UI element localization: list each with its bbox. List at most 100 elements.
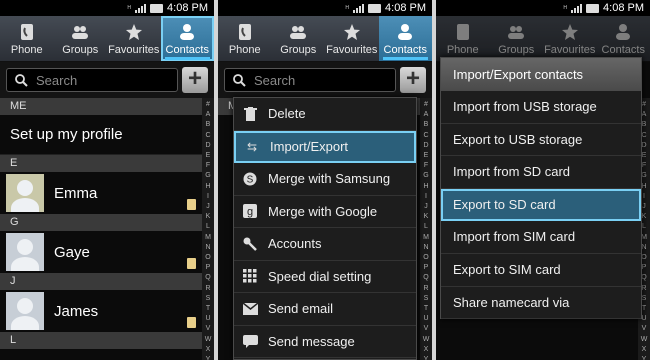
- index-letter[interactable]: W: [205, 335, 212, 345]
- tab-phone[interactable]: Phone: [218, 16, 272, 61]
- index-letter[interactable]: H: [205, 182, 210, 192]
- add-contact-button[interactable]: +: [182, 67, 208, 93]
- index-letter[interactable]: G: [205, 171, 210, 181]
- index-letter[interactable]: C: [423, 131, 428, 141]
- index-letter[interactable]: B: [206, 120, 211, 130]
- index-letter[interactable]: U: [423, 314, 428, 324]
- import-sim-option[interactable]: Import from SIM card: [441, 221, 641, 254]
- index-letter[interactable]: P: [642, 263, 647, 273]
- index-letter[interactable]: Y: [424, 355, 429, 360]
- index-letter[interactable]: P: [206, 263, 211, 273]
- index-letter[interactable]: K: [206, 212, 211, 222]
- index-letter[interactable]: X: [206, 345, 211, 355]
- share-namecard-option[interactable]: Share namecard via: [441, 287, 641, 320]
- export-sim-option[interactable]: Export to SIM card: [441, 254, 641, 287]
- tab-favourites[interactable]: Favourites: [107, 16, 161, 61]
- index-letter[interactable]: C: [641, 131, 646, 141]
- index-letter[interactable]: I: [207, 192, 209, 202]
- export-usb-option[interactable]: Export to USB storage: [441, 124, 641, 157]
- index-letter[interactable]: V: [642, 324, 647, 334]
- index-letter[interactable]: V: [424, 324, 429, 334]
- index-letter[interactable]: Q: [641, 273, 646, 283]
- menu-item-accounts[interactable]: Accounts: [234, 228, 416, 261]
- menu-item-speed-dial[interactable]: Speed dial setting: [234, 261, 416, 293]
- index-letter[interactable]: #: [206, 100, 210, 110]
- index-letter[interactable]: R: [205, 284, 210, 294]
- tab-groups[interactable]: Groups: [54, 16, 108, 61]
- index-letter[interactable]: D: [641, 141, 646, 151]
- contact-item[interactable]: Emma: [0, 172, 202, 214]
- contact-item[interactable]: James: [0, 290, 202, 332]
- index-letter[interactable]: M: [205, 233, 211, 243]
- index-letter[interactable]: Y: [642, 355, 647, 360]
- index-letter[interactable]: V: [206, 324, 211, 334]
- index-letter[interactable]: H: [641, 182, 646, 192]
- index-letter[interactable]: S: [206, 294, 211, 304]
- index-letter[interactable]: N: [205, 243, 210, 253]
- index-letter[interactable]: I: [425, 192, 427, 202]
- index-letter[interactable]: L: [642, 222, 646, 232]
- setup-profile-item[interactable]: Set up my profile: [0, 115, 202, 155]
- tab-favourites[interactable]: Favourites: [543, 16, 597, 61]
- alphabet-index-scroller[interactable]: #ABCDEFGHIJKLMNOPQRSTUVWXYZ: [420, 98, 432, 360]
- index-letter[interactable]: O: [205, 253, 210, 263]
- index-letter[interactable]: E: [642, 151, 647, 161]
- index-letter[interactable]: X: [642, 345, 647, 355]
- search-input[interactable]: Search: [6, 68, 178, 92]
- index-letter[interactable]: #: [424, 100, 428, 110]
- index-letter[interactable]: D: [205, 141, 210, 151]
- index-letter[interactable]: T: [206, 304, 210, 314]
- import-sd-option[interactable]: Import from SD card: [441, 156, 641, 189]
- menu-item-delete[interactable]: Delete: [234, 98, 416, 131]
- index-letter[interactable]: E: [206, 151, 211, 161]
- tab-contacts[interactable]: Contacts: [597, 16, 650, 61]
- index-letter[interactable]: W: [423, 335, 430, 345]
- index-letter[interactable]: F: [206, 161, 210, 171]
- index-letter[interactable]: U: [641, 314, 646, 324]
- tab-contacts[interactable]: Contacts: [378, 16, 432, 61]
- tab-phone[interactable]: Phone: [436, 16, 490, 61]
- menu-item-merge-samsung[interactable]: S Merge with Samsung: [234, 163, 416, 196]
- index-letter[interactable]: F: [642, 161, 646, 171]
- index-letter[interactable]: Q: [423, 273, 428, 283]
- index-letter[interactable]: T: [642, 304, 646, 314]
- add-contact-button[interactable]: +: [400, 67, 426, 93]
- index-letter[interactable]: D: [423, 141, 428, 151]
- index-letter[interactable]: Y: [206, 355, 211, 360]
- tab-contacts[interactable]: Contacts: [160, 16, 214, 61]
- index-letter[interactable]: S: [424, 294, 429, 304]
- index-letter[interactable]: I: [643, 192, 645, 202]
- index-letter[interactable]: R: [423, 284, 428, 294]
- index-letter[interactable]: X: [424, 345, 429, 355]
- search-input[interactable]: Search: [224, 68, 396, 92]
- index-letter[interactable]: W: [641, 335, 648, 345]
- index-letter[interactable]: F: [424, 161, 428, 171]
- index-letter[interactable]: N: [641, 243, 646, 253]
- index-letter[interactable]: #: [642, 100, 646, 110]
- tab-groups[interactable]: Groups: [490, 16, 544, 61]
- index-letter[interactable]: B: [424, 120, 429, 130]
- contact-item[interactable]: Gaye: [0, 231, 202, 273]
- index-letter[interactable]: Q: [205, 273, 210, 283]
- index-letter[interactable]: E: [424, 151, 429, 161]
- export-sd-option[interactable]: Export to SD card: [441, 188, 641, 222]
- index-letter[interactable]: O: [423, 253, 428, 263]
- index-letter[interactable]: J: [642, 202, 646, 212]
- index-letter[interactable]: S: [642, 294, 647, 304]
- index-letter[interactable]: L: [206, 222, 210, 232]
- menu-item-merge-google[interactable]: g Merge with Google: [234, 196, 416, 228]
- index-letter[interactable]: M: [423, 233, 429, 243]
- tab-groups[interactable]: Groups: [272, 16, 326, 61]
- alphabet-index-scroller[interactable]: #ABCDEFGHIJKLMNOPQRSTUVWXYZ: [202, 98, 214, 360]
- index-letter[interactable]: J: [424, 202, 428, 212]
- index-letter[interactable]: U: [205, 314, 210, 324]
- index-letter[interactable]: G: [423, 171, 428, 181]
- index-letter[interactable]: R: [641, 284, 646, 294]
- index-letter[interactable]: C: [205, 131, 210, 141]
- index-letter[interactable]: H: [423, 182, 428, 192]
- index-letter[interactable]: G: [641, 171, 646, 181]
- index-letter[interactable]: K: [424, 212, 429, 222]
- tab-favourites[interactable]: Favourites: [325, 16, 379, 61]
- index-letter[interactable]: A: [424, 110, 429, 120]
- index-letter[interactable]: K: [642, 212, 647, 222]
